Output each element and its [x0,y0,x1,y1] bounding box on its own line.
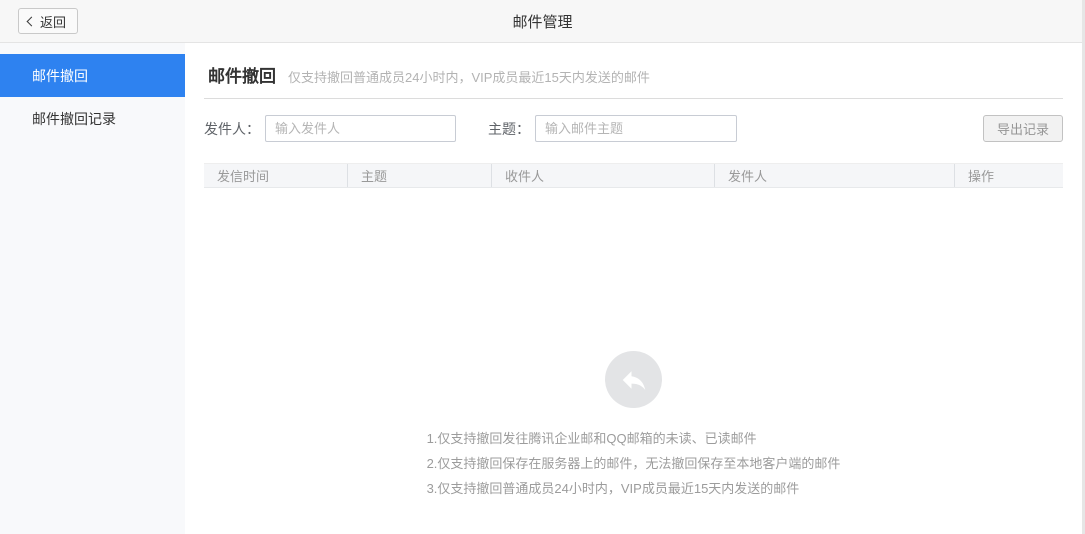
recall-undo-arrow-icon [605,351,662,408]
section-title-block: 邮件撤回 仅支持撤回普通成员24小时内，VIP成员最近15天内发送的邮件 [204,43,1063,99]
top-header: 返回 邮件管理 [0,0,1085,43]
page-title: 邮件管理 [512,13,573,31]
sidebar-item-mail-recall[interactable]: 邮件撤回 [0,54,185,97]
sidebar-item-label: 邮件撤回 [32,67,88,84]
back-button[interactable]: 返回 [18,8,79,34]
section-title: 邮件撤回 [208,67,276,86]
sender-input[interactable] [265,115,456,142]
subject-input[interactable] [535,115,737,142]
column-header-sender: 发件人 [714,164,954,187]
column-header-recipient: 收件人 [491,164,714,187]
back-button-label: 返回 [40,14,67,30]
sidebar-item-label: 邮件撤回记录 [32,110,116,127]
section-subtitle: 仅支持撤回普通成员24小时内，VIP成员最近15天内发送的邮件 [288,70,650,85]
sender-label: 发件人： [204,120,260,137]
chevron-left-icon [26,16,37,27]
recall-rule-3: 3.仅支持撤回普通成员24小时内，VIP成员最近15天内发送的邮件 [426,481,800,496]
mail-management-window: 返回 邮件管理 邮件撤回 邮件撤回记录 邮件撤回 仅支持撤回普通成员24小时内，… [0,0,1085,534]
main-layout: 邮件撤回 邮件撤回记录 邮件撤回 仅支持撤回普通成员24小时内，VIP成员最近1… [0,43,1085,534]
export-records-button[interactable]: 导出记录 [982,115,1063,142]
sidebar-item-recall-records[interactable]: 邮件撤回记录 [0,97,185,140]
recall-rules-notes: 1.仅支持撤回发往腾讯企业邮和QQ邮箱的未读、已读邮件 2.仅支持撤回保存在服务… [427,426,841,501]
column-header-send-time: 发信时间 [217,169,270,184]
main-content: 邮件撤回 仅支持撤回普通成员24小时内，VIP成员最近15天内发送的邮件 发件人… [185,43,1085,534]
recall-rule-2: 2.仅支持撤回保存在服务器上的邮件，无法撤回保存至本地客户端的邮件 [426,456,841,471]
empty-state: 1.仅支持撤回发往腾讯企业邮和QQ邮箱的未读、已读邮件 2.仅支持撤回保存在服务… [204,351,1063,501]
subject-label: 主题： [488,120,530,137]
column-header-subject: 主题 [347,164,491,187]
column-header-action: 操作 [954,164,1063,187]
filter-toolbar: 发件人： 主题： 导出记录 [204,115,1063,142]
sidebar: 邮件撤回 邮件撤回记录 [0,43,185,534]
table-header-row: 发信时间 主题 收件人 发件人 操作 [204,163,1063,188]
recall-rule-1: 1.仅支持撤回发往腾讯企业邮和QQ邮箱的未读、已读邮件 [426,431,757,446]
undo-arrow-glyph [622,370,645,390]
